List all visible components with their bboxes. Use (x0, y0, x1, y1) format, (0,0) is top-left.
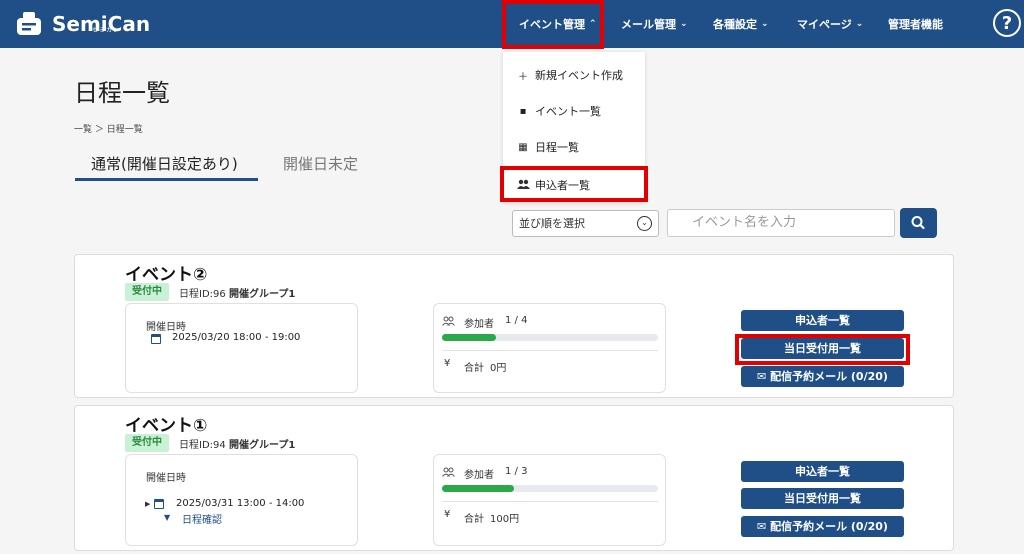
day-reception-list-button[interactable]: 当日受付用一覧 (741, 488, 904, 509)
users-outline-icon (442, 316, 455, 329)
participants-box: 参加者 1 / 4 ¥ 合計 0円 (433, 303, 666, 393)
event-card: イベント② 受付中 日程ID:96 開催グループ1 開催日時 2025/03/2… (74, 254, 954, 398)
applicant-list-button[interactable]: 申込者一覧 (741, 310, 904, 331)
yen-icon: ¥ (444, 358, 451, 369)
event-title: イベント② (125, 265, 208, 285)
event-card: イベント① 受付中 日程ID:94 開催グループ1 開催日時 ▶ 2025/03… (74, 405, 954, 551)
progress-bar (442, 334, 658, 341)
scheduled-mail-button[interactable]: ✉ 配信予約メール (0/20) (741, 366, 904, 387)
menu-item-label: 新規イベント作成 (535, 69, 623, 82)
total-value: 0円 (490, 363, 507, 374)
mail-icon: ✉ (757, 370, 771, 383)
tab-scheduled[interactable]: 通常(開催日設定あり) (75, 153, 258, 181)
chevron-down-icon: ⌄ (761, 19, 769, 29)
status-badge: 受付中 (125, 434, 169, 452)
menu-item-label: 日程一覧 (535, 141, 579, 154)
calendar-grid-icon: ▦ (518, 141, 528, 153)
schedule-id: 96 (213, 289, 226, 300)
status-badge: 受付中 (125, 283, 169, 301)
yen-icon: ¥ (444, 509, 451, 520)
chevron-down-icon: ⌄ (855, 19, 864, 29)
divider (442, 350, 658, 351)
nav-settings[interactable]: 各種設定 ⌄ (713, 0, 769, 48)
date-label: 開催日時 (146, 473, 186, 484)
page-title: 日程一覧 (74, 79, 170, 107)
sort-select[interactable]: 並び順を選択 ⌄ (512, 210, 659, 237)
nav-highlight-box (502, 0, 604, 49)
date-text: 2025/03/31 13:00 - 14:00 (176, 498, 305, 509)
progress-fill (442, 485, 514, 492)
participants-value: 1 / 3 (505, 466, 528, 477)
total-value: 100円 (490, 514, 520, 525)
mail-icon: ✉ (757, 520, 771, 533)
search-icon (911, 216, 925, 230)
calendar-icon (151, 334, 161, 344)
participants-box: 参加者 1 / 3 ¥ 合計 100円 (433, 454, 666, 546)
nav-label: 各種設定 (713, 18, 757, 31)
nav-label: マイページ (797, 18, 852, 31)
total-label: 合計 (464, 514, 484, 525)
logo-icon (14, 9, 44, 39)
nav-mypage[interactable]: マイページ ⌄ (797, 0, 863, 48)
date-label: 開催日時 (146, 322, 186, 333)
participants-label: 参加者 (464, 470, 494, 481)
users-outline-icon (442, 467, 455, 480)
calendar-icon: ▪ (519, 105, 527, 117)
group-name: 開催グループ1 (228, 440, 296, 451)
chevron-down-icon: ⌄ (680, 19, 688, 29)
schedule-id-label: 日程ID: (179, 440, 214, 451)
nav-label: 管理者機能 (888, 18, 943, 31)
logo[interactable]: SemiCan (14, 9, 150, 39)
scheduled-mail-button[interactable]: ✉ 配信予約メール (0/20) (741, 516, 904, 537)
dropdown-highlight-box (500, 166, 648, 202)
logo-subtext: セミカン (92, 27, 121, 34)
participants-value: 1 / 4 (505, 315, 528, 326)
participants-label: 参加者 (464, 319, 494, 330)
date-box: 開催日時 ▶ 2025/03/31 13:00 - 14:00 ▼ 日程確認 (125, 454, 358, 546)
schedule-confirm-link[interactable]: 日程確認 (182, 511, 222, 526)
scheduled-mail-label: 配信予約メール (0/20) (770, 370, 888, 383)
date-text: 2025/03/20 18:00 - 19:00 (172, 332, 301, 343)
event-meta: 日程ID:96 開催グループ1 (179, 285, 295, 300)
plus-icon: ＋ (518, 71, 528, 83)
search-button[interactable] (900, 208, 937, 238)
menu-item-new-event[interactable]: ＋ 新規イベント作成 (517, 67, 623, 83)
menu-item-event-list[interactable]: ▪ イベント一覧 (517, 103, 601, 119)
event-title: イベント① (125, 416, 208, 436)
search-input[interactable]: イベント名を入力 (667, 209, 895, 237)
date-box: 開催日時 2025/03/20 18:00 - 19:00 (125, 303, 358, 393)
chevron-down-circle-icon: ⌄ (637, 216, 652, 231)
menu-item-label: イベント一覧 (535, 105, 601, 118)
total-label: 合計 (464, 363, 484, 374)
schedule-id: 94 (213, 440, 226, 451)
event-meta: 日程ID:94 開催グループ1 (179, 436, 295, 451)
schedule-id-label: 日程ID: (179, 289, 214, 300)
group-name: 開催グループ1 (228, 289, 296, 300)
caret-right-icon[interactable]: ▶ (145, 500, 150, 508)
applicant-list-button[interactable]: 申込者一覧 (741, 461, 904, 482)
calendar-icon (154, 499, 164, 509)
divider (442, 501, 658, 502)
caret-down-icon: ▼ (164, 513, 171, 522)
breadcrumb[interactable]: 一覧 ＞ 日程一覧 (74, 122, 143, 135)
tab-unscheduled[interactable]: 開催日未定 (283, 153, 358, 174)
button-highlight-box (735, 334, 910, 365)
nav-admin[interactable]: 管理者機能 (888, 0, 943, 48)
nav-mail-management[interactable]: メール管理 ⌄ (621, 0, 688, 48)
progress-bar (442, 485, 658, 492)
menu-item-schedule-list[interactable]: ▦ 日程一覧 (517, 139, 579, 155)
sort-select-value: 並び順を選択 (519, 217, 585, 230)
nav-label: メール管理 (621, 18, 676, 31)
scheduled-mail-label: 配信予約メール (0/20) (770, 520, 888, 533)
help-icon[interactable]: ? (993, 9, 1021, 37)
progress-fill (442, 334, 496, 341)
